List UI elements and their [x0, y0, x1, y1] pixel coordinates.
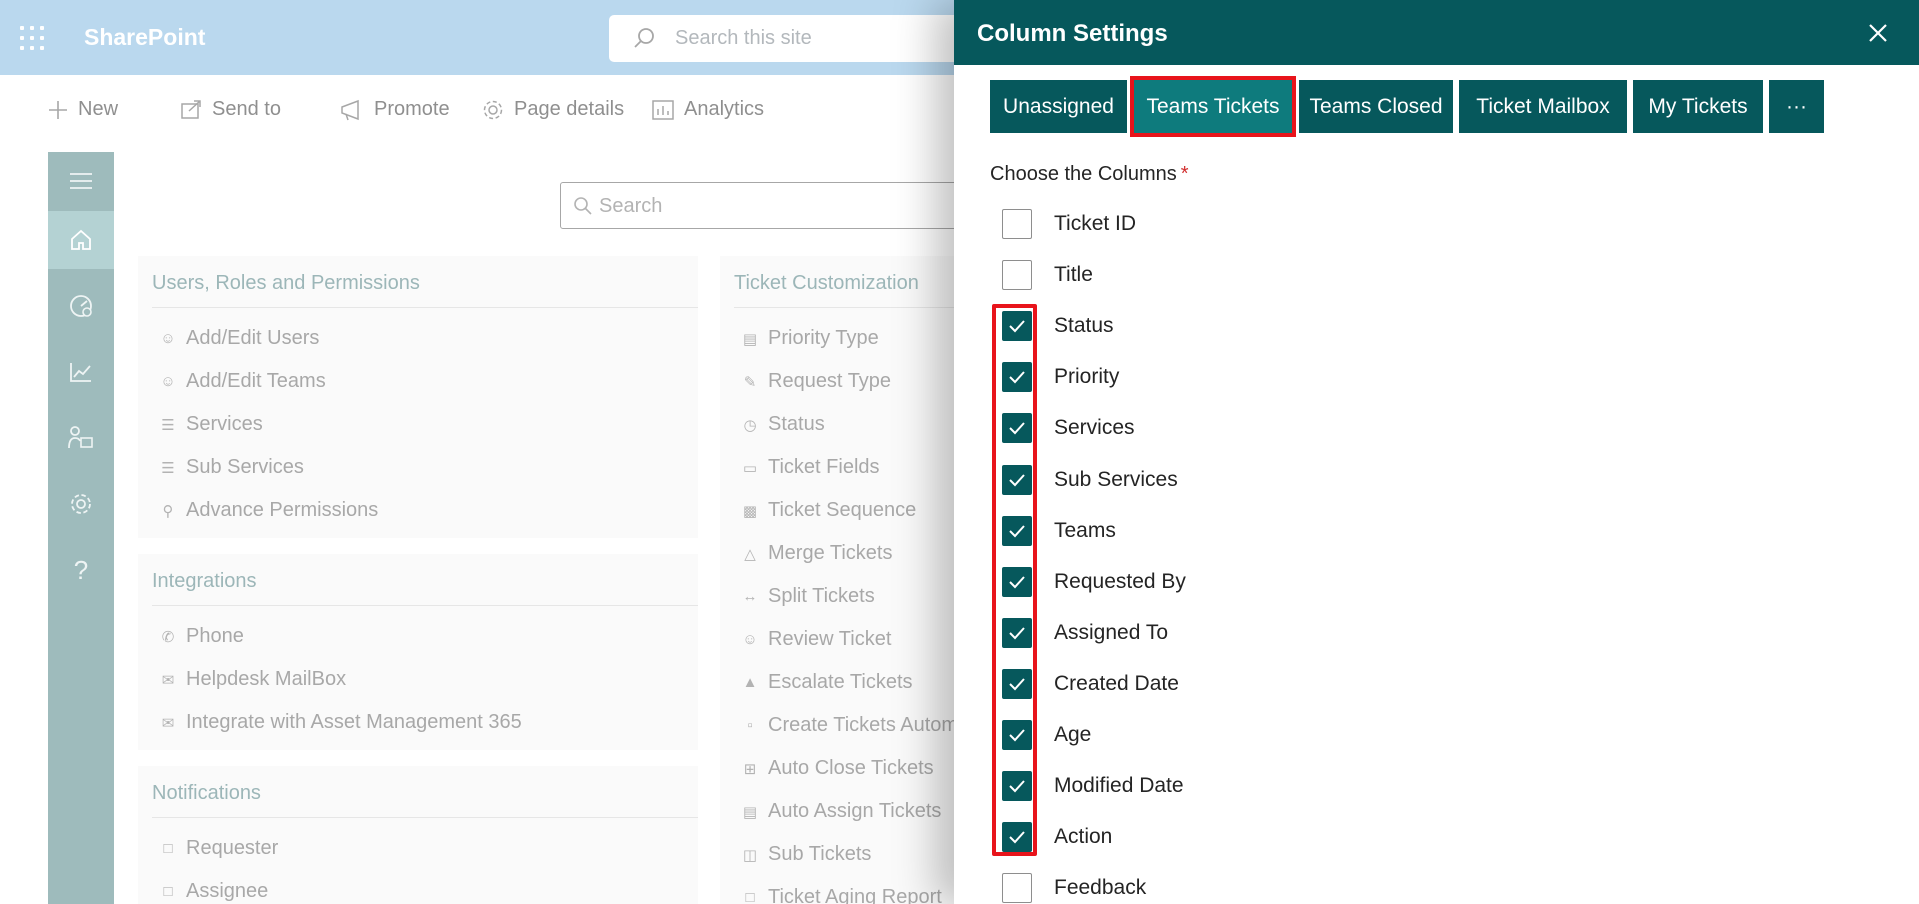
checkbox-checked[interactable] — [1002, 567, 1032, 597]
checkbox-checked[interactable] — [1002, 822, 1032, 852]
checkmark-icon — [1009, 678, 1025, 691]
checkmark-icon — [1009, 371, 1025, 384]
tab-ticket-mailbox[interactable]: Ticket Mailbox — [1459, 80, 1627, 133]
column-option[interactable]: Status — [1002, 310, 1114, 342]
choose-columns-label: Choose the Columns * — [990, 163, 1189, 186]
checkbox-unchecked[interactable] — [1002, 209, 1032, 239]
column-option[interactable]: Ticket ID — [1002, 208, 1136, 240]
checkmark-icon — [1009, 780, 1025, 793]
checkbox-unchecked[interactable] — [1002, 260, 1032, 290]
checkbox-checked[interactable] — [1002, 362, 1032, 392]
column-option-label: Ticket ID — [1054, 212, 1137, 235]
checkmark-icon — [1009, 729, 1025, 742]
column-option[interactable]: Services — [1002, 412, 1135, 444]
more-tabs-button[interactable]: ··· — [1769, 80, 1824, 133]
column-option-label: Status — [1054, 314, 1114, 337]
column-option-label: Age — [1054, 723, 1092, 746]
column-option[interactable]: Teams — [1002, 515, 1116, 547]
tab-my-tickets[interactable]: My Tickets — [1633, 80, 1763, 133]
column-option[interactable]: Modified Date — [1002, 770, 1184, 802]
checkbox-unchecked[interactable] — [1002, 873, 1032, 903]
checkbox-checked[interactable] — [1002, 771, 1032, 801]
panel-header: Column Settings — [954, 0, 1919, 65]
column-option[interactable]: Requested By — [1002, 566, 1186, 598]
column-option-label: Services — [1054, 416, 1135, 439]
column-option-label: Modified Date — [1054, 774, 1184, 797]
checkbox-checked[interactable] — [1002, 413, 1032, 443]
app-root: SharePoint Search this site New Send to … — [0, 0, 1919, 904]
column-settings-panel: Column Settings Unassigned Teams Tickets… — [954, 0, 1919, 904]
tab-teams-tickets[interactable]: Teams Tickets — [1130, 76, 1296, 137]
column-option-label: Teams — [1054, 519, 1116, 542]
column-option-label: Action — [1054, 825, 1113, 848]
checkmark-icon — [1009, 576, 1025, 589]
checkmark-icon — [1009, 627, 1025, 640]
column-option[interactable]: Age — [1002, 719, 1091, 751]
column-option[interactable]: Feedback — [1002, 872, 1146, 904]
column-option[interactable]: Action — [1002, 821, 1112, 853]
checkbox-checked[interactable] — [1002, 669, 1032, 699]
column-option[interactable]: Priority — [1002, 361, 1119, 393]
checkmark-icon — [1009, 525, 1025, 538]
column-option-label: Feedback — [1054, 876, 1147, 899]
column-option[interactable]: Assigned To — [1002, 617, 1168, 649]
column-option-label: Sub Services — [1054, 468, 1178, 491]
column-option-label: Created Date — [1054, 672, 1179, 695]
checkmark-icon — [1009, 474, 1025, 487]
column-option[interactable]: Title — [1002, 259, 1093, 291]
column-option[interactable]: Created Date — [1002, 668, 1179, 700]
tab-unassigned[interactable]: Unassigned — [990, 80, 1127, 133]
column-option-label: Requested By — [1054, 570, 1186, 593]
column-option[interactable]: Sub Services — [1002, 464, 1178, 496]
column-option-label: Title — [1054, 263, 1093, 286]
column-option-label: Priority — [1054, 365, 1120, 388]
checkbox-checked[interactable] — [1002, 720, 1032, 750]
close-button[interactable] — [1863, 18, 1893, 48]
checkmark-icon — [1009, 831, 1025, 844]
checkbox-checked[interactable] — [1002, 465, 1032, 495]
checkbox-checked[interactable] — [1002, 516, 1032, 546]
close-icon — [1869, 24, 1887, 42]
checkbox-checked[interactable] — [1002, 311, 1032, 341]
checkbox-checked[interactable] — [1002, 618, 1032, 648]
panel-title: Column Settings — [977, 20, 1168, 47]
column-option-label: Assigned To — [1054, 621, 1169, 644]
background-overlay — [0, 0, 960, 904]
tab-teams-closed[interactable]: Teams Closed — [1299, 80, 1453, 133]
choose-columns-text: Choose the Columns — [990, 163, 1177, 185]
checkmark-icon — [1009, 320, 1025, 333]
checkmark-icon — [1009, 422, 1025, 435]
required-asterisk: * — [1180, 163, 1189, 185]
